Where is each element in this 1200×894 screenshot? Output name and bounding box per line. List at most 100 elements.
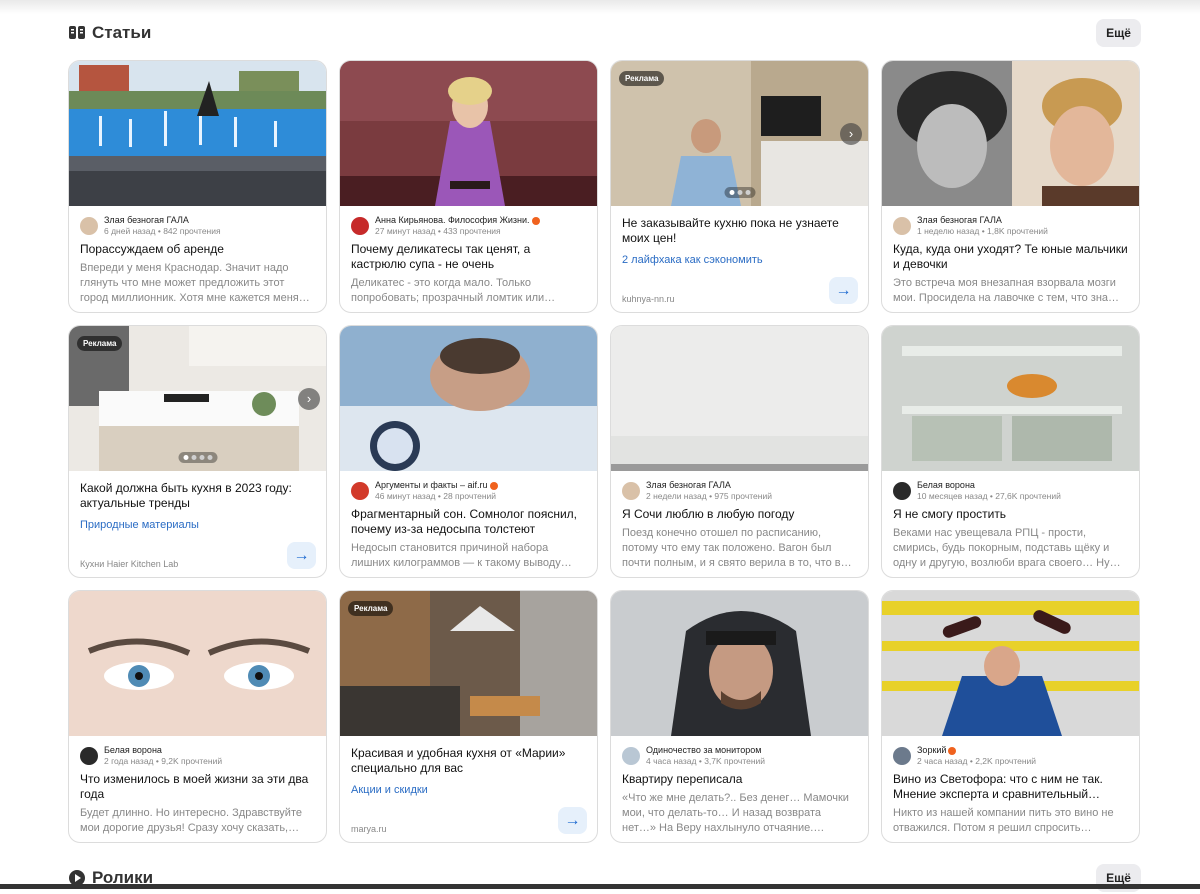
author-name[interactable]: Анна Кирьянова. Философия Жизни. (375, 215, 540, 226)
article-title[interactable]: Фрагментарный сон. Сомнолог пояснил, поч… (351, 507, 586, 537)
author-avatar (80, 217, 98, 235)
article-meta: Злая безногая ГАЛА 6 дней назад • 842 пр… (80, 215, 315, 237)
article-card[interactable]: Одиночество за монитором 4 часа назад • … (610, 590, 869, 843)
author-name-text: Зоркий (917, 745, 947, 755)
article-card[interactable]: Злая безногая ГАЛА 6 дней назад • 842 пр… (68, 60, 327, 313)
article-meta: Злая безногая ГАЛА 2 недели назад • 975 … (622, 480, 857, 502)
author-name[interactable]: Одиночество за монитором (646, 745, 765, 756)
verified-icon (531, 216, 540, 225)
author-avatar (622, 482, 640, 500)
article-title[interactable]: Почему деликатесы так ценят, а кастрюлю … (351, 242, 586, 272)
article-title[interactable]: Куда, куда они уходят? Те юные мальчики … (893, 242, 1128, 272)
article-meta: Одиночество за монитором 4 часа назад • … (622, 745, 857, 767)
ad-title[interactable]: Какой должна быть кухня в 2023 году: акт… (80, 481, 315, 511)
article-image-two-women (882, 61, 1139, 206)
article-title[interactable]: Я не смогу простить (893, 507, 1128, 522)
article-meta: Аргументы и факты – aif.ru 46 минут наза… (351, 480, 586, 502)
article-title[interactable]: Вино из Светофора: что с ним не так. Мне… (893, 772, 1128, 802)
article-title[interactable]: Порассуждаем об аренде (80, 242, 315, 257)
article-stats: 46 минут назад • 28 прочтений (375, 491, 497, 501)
author-name-text: Анна Кирьянова. Философия Жизни. (375, 215, 530, 225)
author-avatar (622, 747, 640, 765)
articles-title-text: Статьи (92, 23, 152, 42)
article-image-woman-purple (340, 61, 597, 206)
article-stats: 2 недели назад • 975 прочтений (646, 491, 772, 501)
chevron-right-icon[interactable]: › (298, 388, 320, 410)
author-avatar (893, 482, 911, 500)
article-card[interactable]: Белая ворона 2 года назад • 9,2K прочтен… (68, 590, 327, 843)
articles-section-header: Статьи Ещё (68, 19, 1141, 49)
article-stats: 4 часа назад • 3,7K прочтений (646, 756, 766, 766)
author-name[interactable]: Злая безногая ГАЛА (646, 480, 772, 491)
author-name[interactable]: Злая безногая ГАЛА (104, 215, 221, 226)
ad-card[interactable]: Реклама › Какой должна быть кухня в 2023… (68, 325, 327, 578)
article-stats: 1 неделю назад • 1,8K прочтений (917, 226, 1048, 236)
article-stats: 10 месяцев назад • 27,6K прочтений (917, 491, 1061, 501)
article-image-fridge (882, 326, 1139, 471)
article-meta: Белая ворона 10 месяцев назад • 27,6K пр… (893, 480, 1128, 502)
articles-more-button[interactable]: Ещё (1096, 19, 1141, 47)
ad-title[interactable]: Красивая и удобная кухня от «Марии» спец… (351, 746, 586, 776)
article-image-wine-store (882, 591, 1139, 736)
carousel-dots (178, 452, 217, 463)
ad-link[interactable]: 2 лайфхака как сэкономить (622, 254, 857, 266)
ad-card[interactable]: Реклама › Не заказывайте кухню пока не у… (610, 60, 869, 313)
article-stats: 2 года назад • 9,2K прочтений (104, 756, 223, 766)
article-card[interactable]: Анна Кирьянова. Философия Жизни. 27 мину… (339, 60, 598, 313)
article-snippet: Будет длинно. Но интересно. Здравствуйте… (80, 807, 302, 834)
ad-link[interactable]: Акции и скидки (351, 784, 586, 796)
ad-link[interactable]: Природные материалы (80, 519, 315, 531)
article-snippet: Это встреча моя внезапная взорвала мозги… (893, 277, 1120, 304)
ad-badge: Реклама (619, 71, 665, 86)
author-name[interactable]: Аргументы и факты – aif.ru (375, 480, 498, 491)
article-card[interactable]: Злая безногая ГАЛА 2 недели назад • 975 … (610, 325, 869, 578)
author-avatar (893, 747, 911, 765)
carousel-dots (724, 187, 755, 198)
author-name[interactable]: Белая ворона (104, 745, 222, 756)
article-title[interactable]: Что изменилось в моей жизни за эти два г… (80, 772, 315, 802)
ad-badge: Реклама (348, 601, 394, 616)
author-name[interactable]: Злая безногая ГАЛА (917, 215, 1048, 226)
article-stats: 27 минут назад • 433 прочтения (375, 226, 501, 236)
author-name[interactable]: Зоркий (917, 745, 1036, 756)
ad-image-kitchen-man: Реклама › (611, 61, 868, 206)
article-meta: Злая безногая ГАЛА 1 неделю назад • 1,8K… (893, 215, 1128, 237)
ad-domain: marya.ru (351, 824, 387, 834)
verified-icon (948, 746, 957, 755)
article-card[interactable]: Злая безногая ГАЛА 1 неделю назад • 1,8K… (881, 60, 1140, 313)
article-card[interactable]: Белая ворона 10 месяцев назад • 27,6K пр… (881, 325, 1140, 578)
chevron-right-icon[interactable]: › (840, 123, 862, 145)
article-meta: Анна Кирьянова. Философия Жизни. 27 мину… (351, 215, 586, 237)
article-image-fountain (69, 61, 326, 206)
article-title[interactable]: Квартиру переписала (622, 772, 857, 787)
videos-section-header: Ролики Ещё (68, 864, 1141, 894)
arrow-right-icon[interactable]: → (558, 807, 587, 834)
top-shade (0, 0, 1200, 14)
article-snippet: Никто из нашей компании пить это вино не… (893, 807, 1114, 834)
article-title[interactable]: Я Сочи люблю в любую погоду (622, 507, 857, 522)
author-name[interactable]: Белая ворона (917, 480, 1061, 491)
arrow-right-icon[interactable]: → (829, 277, 858, 304)
article-snippet: Поезд конечно отошел по расписанию, пото… (622, 527, 852, 569)
article-card[interactable]: Зоркий 2 часа назад • 2,2K прочтений Вин… (881, 590, 1140, 843)
ad-card[interactable]: Реклама Красивая и удобная кухня от «Мар… (339, 590, 598, 843)
ad-title[interactable]: Не заказывайте кухню пока не узнаете мои… (622, 216, 857, 246)
articles-grid: Злая безногая ГАЛА 6 дней назад • 842 пр… (68, 60, 1142, 843)
article-card[interactable]: Аргументы и факты – aif.ru 46 минут наза… (339, 325, 598, 578)
article-image-sleepless-man (340, 326, 597, 471)
article-snippet: «Что же мне делать?.. Без денег… Мамочки… (622, 792, 849, 834)
article-meta: Белая ворона 2 года назад • 9,2K прочтен… (80, 745, 315, 767)
author-avatar (80, 747, 98, 765)
ad-image-white-kitchen: Реклама › (69, 326, 326, 471)
ad-domain: Кухни Haier Kitchen Lab (80, 559, 179, 569)
article-stats: 6 дней назад • 842 прочтения (104, 226, 221, 236)
book-icon (69, 26, 85, 39)
ad-domain: kuhnya-nn.ru (622, 294, 675, 304)
ad-image-dark-kitchen: Реклама (340, 591, 597, 736)
author-name-text: Аргументы и факты – aif.ru (375, 480, 488, 490)
arrow-right-icon[interactable]: → (287, 542, 316, 569)
article-snippet: Веками нас увещевала РПЦ - прости, смири… (893, 527, 1121, 569)
article-image-hooded-man (611, 591, 868, 736)
article-image-blue-eyes (69, 591, 326, 736)
article-snippet: Недосып становится причиной набора лишни… (351, 542, 572, 569)
